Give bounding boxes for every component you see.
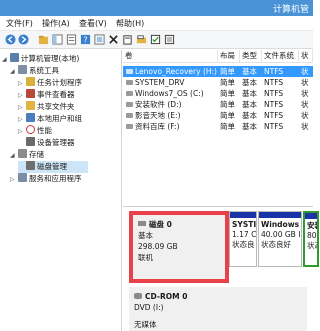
volume-list: 卷 布局 类型 文件系统 状 Lenovo_Recovery (H:) 简单 基… (123, 50, 313, 206)
column-header-type[interactable]: 类型 (240, 50, 262, 63)
clock-icon (26, 77, 35, 86)
settings-icon[interactable] (164, 34, 175, 45)
view-icon[interactable] (94, 34, 105, 45)
new-icon[interactable] (122, 34, 133, 45)
event-log-icon (26, 89, 35, 98)
tree-item-task-scheduler[interactable]: ▷ 任务计划程序 (18, 77, 82, 89)
menu-view[interactable]: 查看(V) (79, 18, 107, 29)
volume-icon (126, 124, 133, 129)
disk-icon (138, 221, 146, 226)
volume-icon (126, 113, 133, 118)
cdrom-row[interactable]: CD-ROM 0 DVD (I:) 无媒体 (129, 287, 307, 331)
tree-item-performance[interactable]: ▷ 性能 (18, 125, 52, 137)
performance-icon (26, 125, 35, 134)
tools-icon (18, 65, 27, 74)
search-icon[interactable] (150, 34, 161, 45)
partition-windows[interactable]: Windows 40.00 GB I 状态良好 (258, 211, 302, 267)
tree-item-services-apps[interactable]: ▷ 服务和应用程序 (10, 173, 82, 185)
volume-row[interactable]: Lenovo_Recovery (H:) 简单 基本 NTFS 状 (123, 66, 313, 77)
up-icon[interactable] (38, 34, 49, 45)
navigation-tree: ◢ 计算机管理(本地) ◢ 系统工具 ▷ 任务计划程序 ▷ 事件查看器 ▷ 共享文件夹 ▷… (0, 50, 122, 331)
disk-icon (26, 161, 35, 170)
computer-icon (10, 53, 19, 62)
menu-action[interactable]: 操作(A) (42, 18, 70, 29)
volume-icon (126, 69, 133, 74)
tree-item-storage[interactable]: ◢ 存储 (10, 149, 44, 161)
tree-item-device-manager[interactable]: 设备管理器 (18, 137, 75, 149)
volume-row[interactable]: Windows7_OS (C:) 简单 基本 NTFS 状 (123, 88, 313, 99)
services-icon (18, 173, 27, 182)
menu-bar: 文件(F) 操作(A) 查看(V) 帮助(H) (0, 16, 313, 31)
open-icon[interactable] (136, 34, 147, 45)
volume-row[interactable]: 资料百库 (F:) 简单 基本 NTFS 状 (123, 121, 313, 132)
menu-help[interactable]: 帮助(H) (116, 18, 144, 29)
partition-system[interactable]: SYSTI 1.17 C 状态良 (229, 211, 257, 267)
tree-item-system-tools[interactable]: ◢ 系统工具 (10, 65, 59, 77)
volume-icon (126, 102, 133, 107)
cdrom-icon (134, 293, 142, 299)
column-header-volume[interactable]: 卷 (123, 50, 218, 63)
volume-icon (126, 91, 133, 96)
column-header-filesystem[interactable]: 文件系统 (262, 50, 299, 63)
disk-map: 磁盘 0 基本 298.09 GB 联机 SYSTI 1.17 C 状态良 Wi… (123, 206, 319, 331)
tree-item-event-viewer[interactable]: ▷ 事件查看器 (18, 89, 75, 101)
partition-install-software[interactable]: 安装软件 80.00 GB 状态良好 (303, 211, 319, 267)
tree-item-computer-management[interactable]: ◢ 计算机管理(本地) (2, 53, 79, 65)
back-icon[interactable] (5, 34, 16, 45)
properties-icon[interactable] (66, 34, 77, 45)
delete-icon[interactable] (108, 34, 119, 45)
toolbar: ? (0, 31, 313, 49)
disk-0-label[interactable]: 磁盘 0 基本 298.09 GB 联机 (129, 211, 229, 283)
svg-text:?: ? (83, 35, 87, 45)
column-header-status[interactable]: 状 (299, 50, 313, 63)
title-bar: 计算机管 (0, 0, 313, 16)
tree-item-shared-folders[interactable]: ▷ 共享文件夹 (18, 101, 75, 113)
users-icon (26, 113, 35, 122)
help-icon[interactable]: ? (80, 34, 91, 45)
volume-icon (126, 80, 133, 85)
show-tree-icon[interactable] (52, 34, 63, 45)
device-manager-icon (26, 137, 35, 146)
disk-0-row: 磁盘 0 基本 298.09 GB 联机 SYSTI 1.17 C 状态良 Wi… (129, 211, 319, 283)
tree-item-disk-management[interactable]: 磁盘管理 (18, 161, 88, 173)
column-header-layout[interactable]: 布局 (218, 50, 240, 63)
menu-file[interactable]: 文件(F) (6, 18, 33, 29)
volume-row[interactable]: 安装软件 (D:) 简单 基本 NTFS 状 (123, 99, 313, 110)
forward-icon[interactable] (18, 34, 29, 45)
volume-row[interactable]: 影音天地 (E:) 简单 基本 NTFS 状 (123, 110, 313, 121)
volume-row[interactable]: SYSTEM_DRV 简单 基本 NTFS 状 (123, 77, 313, 88)
tree-item-local-users[interactable]: ▷ 本地用户和组 (18, 113, 82, 125)
window-title: 计算机管 (272, 5, 309, 15)
shared-folder-icon (26, 101, 35, 110)
storage-icon (18, 149, 27, 158)
